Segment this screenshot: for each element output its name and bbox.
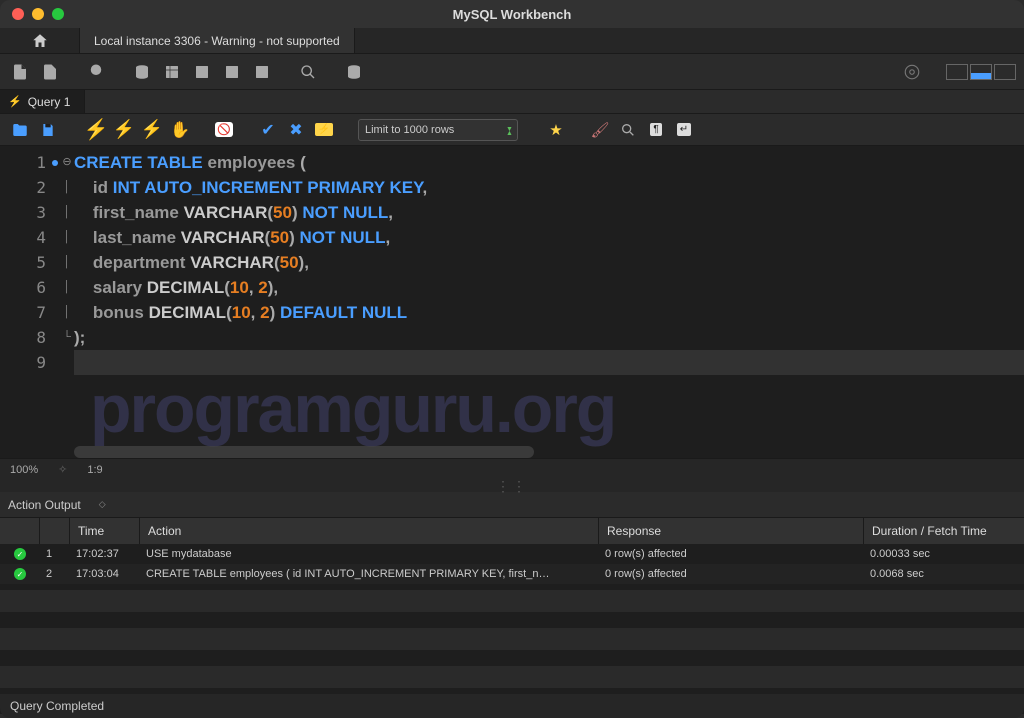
minimize-window-button[interactable] (32, 8, 44, 20)
new-function-button[interactable] (250, 60, 274, 84)
new-table-button[interactable] (160, 60, 184, 84)
explain-button[interactable]: ⚡ (142, 120, 162, 140)
new-schema-button[interactable] (130, 60, 154, 84)
status-text: Query Completed (10, 699, 104, 713)
maximize-window-button[interactable] (52, 8, 64, 20)
col-action[interactable]: Action (140, 518, 599, 544)
output-header: Action Output ◇ (0, 492, 1024, 518)
col-duration[interactable]: Duration / Fetch Time (864, 518, 1024, 544)
horizontal-scrollbar[interactable] (74, 446, 534, 458)
query-tab[interactable]: ⚡ Query 1 (0, 90, 85, 113)
app-title: MySQL Workbench (453, 7, 572, 22)
zoom-level[interactable]: 100% (10, 464, 38, 476)
toggle-output-button[interactable] (970, 64, 992, 80)
main-toolbar (0, 54, 1024, 90)
toggle-limit-button[interactable]: ⚡ (314, 120, 334, 140)
output-columns: Time Action Response Duration / Fetch Ti… (0, 518, 1024, 544)
toggle-secondary-button[interactable] (994, 64, 1016, 80)
new-sql-tab-button[interactable] (8, 60, 32, 84)
new-procedure-button[interactable] (220, 60, 244, 84)
invisible-chars-button[interactable] (618, 120, 638, 140)
toggle-sidebar-button[interactable] (946, 64, 968, 80)
output-type-select[interactable]: Action Output (8, 498, 81, 512)
beautify-button[interactable]: ★ (546, 120, 566, 140)
code-area[interactable]: CREATE TABLE employees ( id INT AUTO_INC… (74, 146, 1024, 458)
fold-toggle[interactable]: ⊖ (60, 150, 74, 175)
open-sql-file-button[interactable] (38, 60, 62, 84)
open-file-button[interactable] (10, 120, 30, 140)
close-window-button[interactable] (12, 8, 24, 20)
execute-button[interactable]: ⚡ (86, 120, 106, 140)
commit-button[interactable]: ✔ (258, 120, 278, 140)
new-view-button[interactable] (190, 60, 214, 84)
query-tab-label: Query 1 (28, 95, 71, 109)
rollback-button[interactable]: ✖ (286, 120, 306, 140)
col-time[interactable]: Time (70, 518, 140, 544)
connection-tab-bar: Local instance 3306 - Warning - not supp… (0, 28, 1024, 54)
line-gutter: 123456789 (0, 146, 60, 458)
output-row[interactable]: ✓ 1 17:02:37 USE mydatabase 0 row(s) aff… (0, 544, 1024, 564)
execute-current-button[interactable]: ⚡ (114, 120, 134, 140)
fold-gutter: ⊖ ││││││└ (60, 146, 74, 458)
lightning-icon: ⚡ (8, 95, 22, 108)
home-icon (31, 32, 49, 50)
query-toolbar: ⚡ ⚡ ⚡ ✋ 🚫 ✔ ✖ ⚡ Limit to 1000 rows ★ 🖌 ¶… (0, 114, 1024, 146)
row-limit-select[interactable]: Limit to 1000 rows (358, 119, 518, 141)
connection-tab[interactable]: Local instance 3306 - Warning - not supp… (80, 28, 355, 53)
col-response[interactable]: Response (599, 518, 864, 544)
toggle-autocommit-button[interactable]: 🚫 (214, 120, 234, 140)
success-icon: ✓ (14, 548, 26, 560)
title-bar: MySQL Workbench (0, 0, 1024, 28)
status-footer: Query Completed (0, 694, 1024, 718)
inspector-button[interactable] (84, 60, 108, 84)
pane-divider[interactable]: ⋮⋮ (0, 480, 1024, 492)
output-row-empty (0, 590, 1024, 612)
settings-button[interactable] (900, 60, 924, 84)
cursor-position: 1:9 (87, 464, 102, 476)
output-row-empty (0, 666, 1024, 688)
stop-button[interactable]: ✋ (170, 120, 190, 140)
snippets-button[interactable]: ↵ (674, 120, 694, 140)
find-button[interactable]: 🖌 (590, 120, 610, 140)
search-button[interactable] (296, 60, 320, 84)
save-file-button[interactable] (38, 120, 58, 140)
panel-toggle-group (946, 64, 1016, 80)
wrap-button[interactable]: ¶ (646, 120, 666, 140)
output-row[interactable]: ✓ 2 17:03:04 CREATE TABLE employees ( id… (0, 564, 1024, 584)
sql-editor[interactable]: 123456789 ⊖ ││││││└ CREATE TABLE employe… (0, 146, 1024, 458)
output-rows: ✓ 1 17:02:37 USE mydatabase 0 row(s) aff… (0, 544, 1024, 714)
home-tab[interactable] (0, 28, 80, 53)
reconnect-button[interactable] (342, 60, 366, 84)
success-icon: ✓ (14, 568, 26, 580)
output-row-empty (0, 628, 1024, 650)
editor-tab-bar: ⚡ Query 1 (0, 90, 1024, 114)
window-controls (12, 8, 64, 20)
